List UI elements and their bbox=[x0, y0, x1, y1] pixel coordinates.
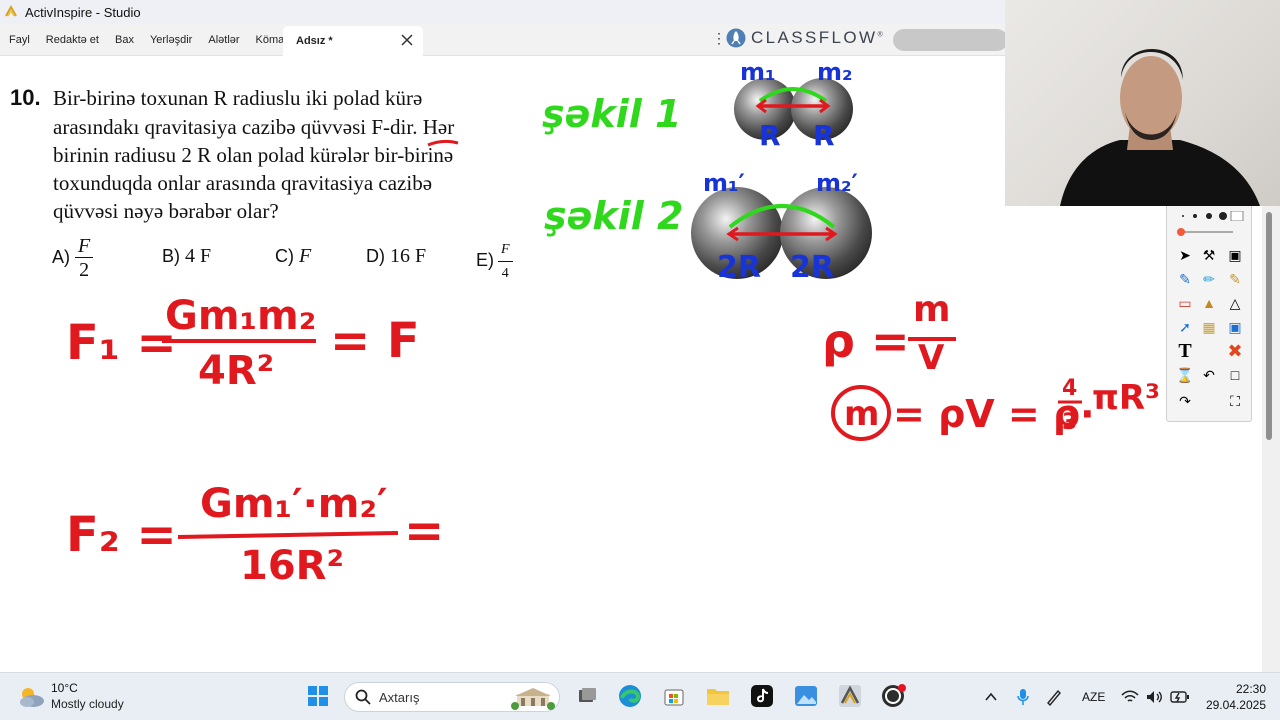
windows-start-icon[interactable] bbox=[305, 683, 331, 709]
tiktok-icon[interactable] bbox=[749, 683, 775, 709]
label-r: R bbox=[813, 119, 835, 152]
cloud-sun-icon bbox=[20, 687, 44, 707]
obs-icon[interactable] bbox=[881, 683, 907, 709]
f1-denominator: 4R² bbox=[198, 348, 274, 394]
mass-frac-den: 3 bbox=[1062, 410, 1077, 435]
menu-insert[interactable]: Yerləşdir bbox=[142, 25, 200, 55]
more-options-icon[interactable]: ⋮ bbox=[712, 30, 726, 47]
classflow-logo[interactable]: CLASSFLOW® bbox=[726, 28, 885, 48]
f1-numerator: Gm₁m₂ bbox=[165, 293, 316, 339]
activinspire-taskbar-icon[interactable] bbox=[837, 683, 863, 709]
f2-fraction-bar bbox=[177, 531, 399, 539]
undo-icon[interactable]: ↶ bbox=[1199, 365, 1219, 385]
select-icon[interactable]: ➤ bbox=[1175, 245, 1195, 265]
presenter-video bbox=[1060, 49, 1260, 206]
activinspire-logo-icon bbox=[5, 5, 17, 17]
text-tool-icon[interactable]: T bbox=[1175, 340, 1195, 362]
screen-icon[interactable]: ▣ bbox=[1225, 245, 1245, 265]
tools-icon[interactable]: ⚒ bbox=[1199, 245, 1219, 265]
label-2r: 2R bbox=[717, 250, 761, 285]
menu-edit[interactable]: Redaktə et bbox=[38, 25, 107, 55]
webcam-overlay bbox=[1005, 0, 1280, 206]
menu-view[interactable]: Bax bbox=[107, 25, 142, 55]
search-highlight-icon bbox=[511, 688, 555, 710]
classflow-brand: CLASSFLOW® bbox=[751, 28, 886, 47]
mass-tail: πR³ bbox=[1092, 378, 1160, 418]
menu-file[interactable]: Fayl bbox=[0, 25, 38, 55]
weather-widget[interactable]: 10°C Mostly cloudy bbox=[16, 681, 124, 712]
taskbar: 10°C Mostly cloudy Axtarış AZE 22:30 29.… bbox=[0, 672, 1280, 720]
highlighter-icon[interactable]: ✏ bbox=[1199, 269, 1219, 289]
rho-lhs: ρ = bbox=[822, 314, 910, 368]
f1-lhs: F₁ = bbox=[66, 315, 177, 371]
camera-icon[interactable]: ▣ bbox=[1225, 317, 1245, 337]
toolbox-panel: ➤ ⚒ ▣ ✎ ✏ ✎ ▭ ▲ △ ➚ ▦ ▣ T ✖ ⌛ ↶ □ ↷ ⛶ bbox=[1166, 204, 1252, 422]
close-icon[interactable] bbox=[400, 33, 414, 47]
activinspire-window: ActivInspire - Studio Fayl Redaktə et Ba… bbox=[0, 0, 1280, 720]
store-icon[interactable] bbox=[661, 683, 687, 709]
battery-icon[interactable] bbox=[1170, 673, 1190, 720]
mass-frac-num: 4 bbox=[1062, 376, 1077, 401]
magic-ink-icon[interactable]: ✎ bbox=[1225, 269, 1245, 289]
figure2-label: şəkil 2 bbox=[544, 194, 683, 238]
image-icon[interactable]: ▦ bbox=[1199, 317, 1219, 337]
label-m2-prime: m₂′ bbox=[816, 169, 858, 197]
microphone-icon[interactable] bbox=[1015, 673, 1031, 720]
mass-symbol: m bbox=[844, 394, 879, 434]
menu-bar: Fayl Redaktə et Bax Yerləşdir Alətlər Kö… bbox=[0, 24, 1008, 56]
task-view-icon[interactable] bbox=[574, 683, 600, 709]
pen-icon[interactable]: ✎ bbox=[1175, 269, 1195, 289]
document-tab[interactable]: Adsız * bbox=[283, 26, 423, 56]
window-title: ActivInspire - Studio bbox=[25, 4, 141, 20]
system-clock[interactable]: 22:30 29.04.2025 bbox=[1196, 681, 1266, 713]
weather-description: Mostly cloudy bbox=[51, 697, 124, 711]
classflow-search-field[interactable] bbox=[893, 29, 1008, 51]
rho-denominator: V bbox=[918, 338, 945, 378]
wifi-icon[interactable] bbox=[1121, 673, 1139, 720]
pen-size-dots[interactable] bbox=[1173, 209, 1245, 223]
scrollbar-thumb[interactable] bbox=[1266, 212, 1272, 440]
fill-icon[interactable]: ▲ bbox=[1199, 293, 1219, 313]
redo-icon[interactable]: ↷ bbox=[1175, 391, 1195, 411]
eraser-icon[interactable]: ▭ bbox=[1175, 293, 1195, 313]
connector-icon[interactable]: ➚ bbox=[1175, 317, 1195, 337]
f2-numerator: Gm₁′·m₂′ bbox=[200, 481, 388, 527]
clock-time: 22:30 bbox=[1235, 682, 1266, 696]
search-placeholder: Axtarış bbox=[379, 689, 420, 705]
label-m2: m₂ bbox=[817, 58, 853, 86]
resize-icon[interactable]: ⛶ bbox=[1225, 391, 1245, 411]
shape-icon[interactable]: △ bbox=[1225, 293, 1245, 313]
vertical-scrollbar[interactable] bbox=[1262, 206, 1280, 672]
clear-icon[interactable]: ⌛ bbox=[1175, 365, 1195, 385]
f2-denominator: 16R² bbox=[240, 543, 344, 589]
clock-date: 29.04.2025 bbox=[1205, 698, 1266, 712]
show-hidden-icons[interactable] bbox=[984, 673, 998, 720]
label-r: R bbox=[759, 119, 781, 152]
grid-icon[interactable]: □ bbox=[1225, 365, 1245, 385]
pen-menu-icon[interactable] bbox=[1045, 673, 1063, 720]
transparency-slider[interactable] bbox=[1173, 225, 1245, 239]
edge-icon[interactable] bbox=[617, 683, 643, 709]
document-tab-label: Adsız * bbox=[296, 35, 333, 47]
weather-temp: 10°C bbox=[51, 681, 78, 695]
title-bar: ActivInspire - Studio bbox=[0, 0, 1005, 24]
underline-mark bbox=[427, 139, 459, 147]
delete-icon[interactable]: ✖ bbox=[1225, 341, 1245, 361]
label-m1-prime: m₁′ bbox=[703, 169, 745, 197]
search-icon bbox=[355, 689, 371, 705]
f2-lhs: F₂ = bbox=[66, 507, 177, 563]
rho-numerator: m bbox=[913, 289, 951, 330]
volume-icon[interactable] bbox=[1145, 673, 1163, 720]
file-explorer-icon[interactable] bbox=[705, 683, 731, 709]
photos-icon[interactable] bbox=[793, 683, 819, 709]
f2-rhs: = bbox=[404, 503, 444, 559]
label-m1: m₁ bbox=[740, 58, 776, 86]
input-language[interactable]: AZE bbox=[1082, 673, 1105, 720]
menu-tools[interactable]: Alətlər bbox=[200, 25, 247, 55]
figure1-label: şəkil 1 bbox=[542, 92, 681, 136]
label-2r: 2R bbox=[790, 250, 834, 285]
classflow-rocket-icon bbox=[726, 28, 746, 48]
f1-rhs: = F bbox=[330, 313, 420, 369]
taskbar-search[interactable]: Axtarış bbox=[344, 682, 560, 712]
